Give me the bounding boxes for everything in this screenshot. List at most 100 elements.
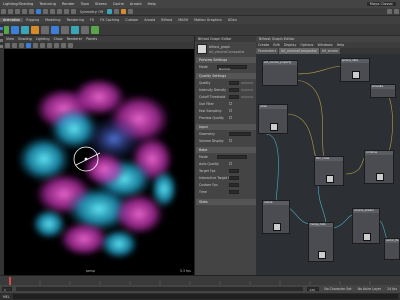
shelf-tool-icon[interactable]	[31, 25, 39, 34]
fast-sampling-checkbox[interactable]	[229, 109, 232, 112]
render-icon[interactable]	[107, 9, 113, 14]
smooth-shade-icon[interactable]	[26, 43, 31, 48]
resolution-gate-icon[interactable]	[68, 43, 73, 48]
shelf-tool-icon[interactable]	[21, 25, 29, 34]
graph-node[interactable]: combine	[364, 150, 394, 184]
render-settings-icon[interactable]	[121, 9, 127, 14]
viewport-menu-item[interactable]: Show	[52, 37, 65, 41]
node-editor-menu-item[interactable]: Display	[282, 43, 299, 47]
snap-curve-icon[interactable]	[64, 9, 69, 14]
command-input[interactable]	[12, 294, 398, 299]
workspace-select[interactable]: Maya Classic	[366, 2, 396, 6]
shelf-tab[interactable]: Bifrost	[158, 18, 175, 22]
shelf-tab[interactable]: Arnold	[141, 18, 158, 22]
ipr-render-icon[interactable]	[114, 9, 120, 14]
auto-quality-checkbox[interactable]	[229, 162, 232, 165]
node-graph-canvas[interactable]: set_volume_property sphere_data noise fb…	[256, 54, 400, 275]
section-input[interactable]: Input	[196, 124, 256, 130]
rotate-tool-icon[interactable]	[0, 39, 3, 42]
shelf-tab[interactable]: Custom	[122, 18, 141, 22]
menu-item[interactable]: Help	[145, 2, 159, 6]
graph-node[interactable]: set_volume_property	[262, 60, 298, 86]
graph-node[interactable]: simulate	[370, 84, 396, 98]
shelf-tool-icon[interactable]	[41, 25, 49, 34]
script-language-label[interactable]: MEL	[0, 295, 13, 299]
shelf-tool-icon[interactable]	[51, 25, 59, 34]
paint-select-icon[interactable]	[50, 9, 55, 14]
graph-node[interactable]: merge_data	[308, 222, 334, 262]
character-set-select[interactable]: No Character Set	[324, 287, 351, 291]
shelf-tool-icon[interactable]	[71, 25, 79, 34]
select-tool-icon[interactable]	[0, 27, 3, 30]
save-scene-icon[interactable]	[15, 9, 20, 14]
custom-fps-field[interactable]	[229, 183, 239, 187]
start-frame-field[interactable]: 1	[2, 287, 12, 292]
snap-grid-icon[interactable]	[57, 9, 62, 14]
shelf-tab[interactable]: Modeling	[42, 18, 63, 22]
viewport-menu-item[interactable]: Renderer	[65, 37, 84, 41]
shelf-tab[interactable]: FX	[87, 18, 97, 22]
select-icon[interactable]	[36, 9, 41, 14]
snap-point-icon[interactable]	[71, 9, 76, 14]
viewport-menu-item[interactable]: View	[4, 37, 16, 41]
node-editor-menu-item[interactable]: Help	[335, 43, 347, 47]
section-preview-settings[interactable]: Preview Settings	[196, 57, 256, 63]
graph-node[interactable]: noise	[258, 104, 288, 134]
hypershade-icon[interactable]	[128, 9, 134, 14]
shelf-tab[interactable]: Animation	[0, 18, 24, 22]
shelf-tab[interactable]: Rendering	[64, 18, 87, 22]
cutoff-threshold-slider[interactable]	[241, 96, 253, 98]
lights-icon[interactable]	[40, 43, 45, 48]
undo-icon[interactable]	[22, 9, 27, 14]
textured-icon[interactable]	[33, 43, 38, 48]
shadows-icon[interactable]	[47, 43, 52, 48]
node-editor-menu-item[interactable]: Windows	[315, 43, 334, 47]
redo-icon[interactable]	[29, 9, 34, 14]
mode-dropdown[interactable]: Normal	[217, 65, 247, 71]
wireframe-icon[interactable]	[19, 43, 24, 48]
shelf-tab[interactable]: XGen	[225, 18, 240, 22]
quality-field[interactable]	[229, 81, 239, 85]
target-fps-field[interactable]	[229, 169, 239, 173]
menu-item[interactable]: Texturing	[36, 2, 59, 6]
viewport-menu-item[interactable]: Panels	[84, 37, 99, 41]
scale-tool-icon[interactable]	[0, 45, 3, 48]
menu-item[interactable]: Toon	[78, 2, 92, 6]
section-bake[interactable]: Bake	[196, 147, 256, 153]
open-scene-icon[interactable]	[8, 9, 13, 14]
menu-item[interactable]: Cache	[110, 2, 127, 6]
xray-icon[interactable]	[61, 43, 66, 48]
fps-select[interactable]: 24 fps	[387, 287, 397, 291]
user-icon[interactable]	[394, 9, 399, 14]
symmetry-dropdown[interactable]: Symmetry: Off	[77, 10, 106, 14]
shelf-tool-icon[interactable]	[91, 25, 99, 34]
use-filter-checkbox[interactable]	[229, 102, 232, 105]
section-quality-settings[interactable]: Quality Settings	[196, 73, 256, 79]
graph-node[interactable]: sphere_data	[340, 58, 370, 82]
shelf-tool-icon[interactable]	[81, 25, 89, 34]
time-field[interactable]	[229, 190, 239, 194]
graph-node[interactable]: output	[262, 200, 290, 234]
anim-layer-select[interactable]: No Anim Layer	[358, 287, 381, 291]
cutoff-threshold-field[interactable]	[229, 95, 239, 99]
lasso-icon[interactable]	[43, 9, 48, 14]
graph-node[interactable]: vector_field	[384, 238, 400, 260]
shelf-tab[interactable]: FX Caching	[97, 18, 122, 22]
intensity-density-field[interactable]	[229, 88, 239, 92]
menu-item[interactable]: Stereo	[92, 2, 110, 6]
move-tool-icon[interactable]	[0, 33, 3, 36]
new-scene-icon[interactable]	[1, 9, 6, 14]
shelf-tool-icon[interactable]	[61, 25, 69, 34]
time-slider[interactable]	[0, 275, 400, 286]
shelf-tab[interactable]: Motion Graphics	[191, 18, 225, 22]
camera-icon[interactable]	[5, 43, 10, 48]
isolate-icon[interactable]	[54, 43, 59, 48]
node-editor-menu-item[interactable]: Edit	[271, 43, 282, 47]
section-stats[interactable]: Stats	[196, 199, 256, 205]
range-bar[interactable]	[16, 287, 304, 291]
shelf-tool-icon[interactable]	[11, 25, 19, 34]
end-frame-field[interactable]: 120	[307, 287, 320, 292]
volume-display-checkbox[interactable]	[229, 139, 232, 142]
graph-node[interactable]: fbm_noise	[314, 156, 344, 186]
viewport-menu-item[interactable]: Shading	[16, 37, 34, 41]
